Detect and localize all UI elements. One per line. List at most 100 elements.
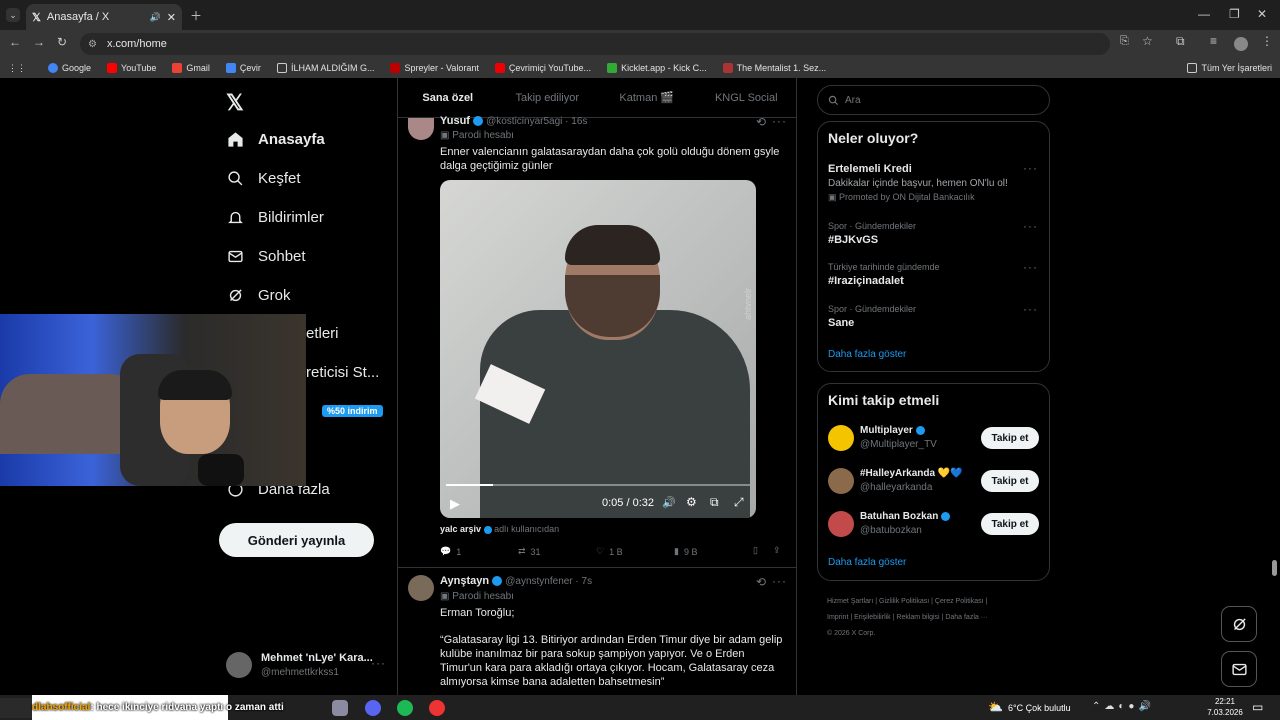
all-bookmarks[interactable]: Tüm Yer İşaretleri <box>1179 63 1280 73</box>
bookmark-mentalist[interactable]: The Mentalist 1. Sez... <box>715 63 835 73</box>
author-handle[interactable]: @kosticinyar5agi · 16s <box>486 116 587 127</box>
weather-text[interactable]: 6°C Çok bulutlu <box>1008 703 1071 713</box>
views-button[interactable]: ▮ 9 B <box>674 546 697 557</box>
restore-icon[interactable]: ❐ <box>1229 7 1240 21</box>
site-info-icon[interactable]: ⚙ <box>88 39 97 50</box>
video-player[interactable]: ahtvnelr ▶ 0:05 / 0:32 🔊 ⚙ ⧉ ⤢ <box>440 180 756 518</box>
follow-button[interactable]: Takip et <box>981 513 1039 535</box>
suggestion-item[interactable]: Batuhan Bozkan @batubozkan Takip et <box>828 511 1043 539</box>
author-name[interactable]: Yusuf <box>440 115 470 127</box>
window-close-icon[interactable]: ✕ <box>1257 7 1267 21</box>
promo-more-icon[interactable]: ··· <box>1023 161 1038 175</box>
tab-search-icon[interactable]: ⌄ <box>6 8 20 22</box>
bookmark-folder[interactable]: İLHAM ALDIĞIM G... <box>269 63 383 73</box>
grok-float-button[interactable] <box>1221 606 1257 642</box>
bookmark-valorant[interactable]: Spreyler - Valorant <box>382 63 486 73</box>
tab-close-icon[interactable]: ✕ <box>167 11 176 24</box>
tray-icons[interactable]: ⌃☁◐●🔊 <box>1092 701 1155 712</box>
footer-link[interactable]: Erişilebilirlik <box>854 614 891 621</box>
promo-item[interactable]: Ertelemeli Kredi Dakikalar içinde başvur… <box>828 161 1043 203</box>
browser-tab[interactable]: 𝕏 Anasayfa / X 🔊 ✕ <box>26 4 182 30</box>
author-name[interactable]: Aynştayn <box>440 575 489 587</box>
show-more-trends[interactable]: Daha fazla göster <box>828 349 906 360</box>
settings-gear-icon[interactable]: ⚙ <box>686 495 697 509</box>
share-icon[interactable]: ⇪ <box>773 545 781 556</box>
menu-kebab-icon[interactable]: ⋮ <box>1261 34 1273 48</box>
footer-link[interactable]: Daha fazla ··· <box>945 614 987 621</box>
install-icon[interactable]: ⎘ <box>1120 35 1129 48</box>
video-progress-track[interactable] <box>446 484 750 486</box>
post-avatar[interactable] <box>408 118 434 140</box>
grok-action-icon[interactable]: ⟲ <box>756 115 767 129</box>
extensions-icon[interactable]: ⧉ <box>1176 34 1185 49</box>
fullscreen-icon[interactable]: ⤢ <box>734 495 744 510</box>
search-box[interactable] <box>817 85 1050 115</box>
notification-icon[interactable]: ▭ <box>1252 700 1263 714</box>
post-button[interactable]: Gönderi yayınla <box>219 523 374 557</box>
reply-button[interactable]: 💬 1 <box>440 546 461 557</box>
recording-app-icon[interactable] <box>429 700 445 716</box>
nav-grok[interactable]: Grok <box>226 286 291 304</box>
x-logo-icon[interactable]: 𝕏 <box>226 90 244 116</box>
tab-for-you[interactable]: Sana özel <box>398 78 498 117</box>
nav-lists[interactable]: etleri <box>306 325 339 342</box>
post-2[interactable]: Aynştayn @aynstynfener · 7s ⟲ ··· ▣ Paro… <box>398 570 796 695</box>
source-name[interactable]: yalc arşiv <box>440 524 481 534</box>
bookmark-google[interactable]: Google <box>40 63 99 73</box>
post-1[interactable]: Yusuf @kosticinyar5agi · 16s ⟲ ··· ▣ Par… <box>398 114 796 568</box>
post-more-icon[interactable]: ··· <box>772 574 787 588</box>
suggestion-item[interactable]: #HalleyArkanda 💛💙 @halleyarkanda Takip e… <box>828 468 1043 496</box>
page-scrollbar-thumb[interactable] <box>1272 560 1277 576</box>
account-switcher[interactable]: Mehmet 'nLye' Kara... @mehmettkrkss1 ··· <box>226 650 386 680</box>
play-icon[interactable]: ▶ <box>450 496 460 512</box>
minimize-icon[interactable]: — <box>1198 7 1210 21</box>
pip-icon[interactable]: ⧉ <box>710 495 719 510</box>
bookmark-star-icon[interactable]: ☆ <box>1142 34 1153 48</box>
back-icon[interactable]: ← <box>9 35 21 49</box>
spotify-icon[interactable] <box>397 700 413 716</box>
nav-creator-studio[interactable]: reticisi St... <box>306 364 379 381</box>
repost-button[interactable]: ⇄ 31 <box>518 546 541 557</box>
bookmark-youtube-converter[interactable]: Çevrimiçi YouTube... <box>487 63 599 73</box>
trend-more-icon[interactable]: ··· <box>1023 260 1038 274</box>
bookmark-icon[interactable]: ▯ <box>753 545 758 556</box>
bookmark-kicklet[interactable]: Kicklet.app - Kick C... <box>599 63 715 73</box>
trend-item[interactable]: Spor · Gündemdekiler #BJKvGS ··· <box>828 219 1043 246</box>
discount-badge[interactable]: %50 indirim <box>322 405 383 417</box>
start-icon[interactable] <box>0 698 32 718</box>
show-more-suggestions[interactable]: Daha fazla göster <box>828 557 906 568</box>
address-bar[interactable]: ⚙ x.com/home <box>80 33 1110 55</box>
follow-button[interactable]: Takip et <box>981 470 1039 492</box>
suggestion-item[interactable]: Multiplayer @Multiplayer_TV Takip et <box>828 425 1043 453</box>
media-icon[interactable]: ≡ <box>1210 34 1217 48</box>
bookmark-translate[interactable]: Çevir <box>218 63 269 73</box>
footer-link[interactable]: Reklam bilgisi <box>896 614 939 621</box>
footer-link[interactable]: Çerez Politikası <box>935 598 984 605</box>
apps-icon[interactable]: ⋮⋮ <box>0 63 40 74</box>
nav-messages[interactable]: Sohbet <box>226 247 306 265</box>
bookmark-youtube[interactable]: YouTube <box>99 63 164 73</box>
author-handle[interactable]: @aynstynfener · 7s <box>505 576 592 587</box>
discord-icon[interactable] <box>365 700 381 716</box>
tab-audio-icon[interactable]: 🔊 <box>150 12 161 23</box>
search-input[interactable] <box>845 94 1025 106</box>
trend-more-icon[interactable]: ··· <box>1023 219 1038 233</box>
trend-item[interactable]: Spor · Gündemdekiler Sane ··· <box>828 302 1043 329</box>
app-icon[interactable] <box>332 700 348 716</box>
nav-home[interactable]: Anasayfa <box>226 130 325 148</box>
trend-more-icon[interactable]: ··· <box>1023 302 1038 316</box>
grok-action-icon[interactable]: ⟲ <box>756 575 767 589</box>
volume-icon[interactable]: 🔊 <box>662 496 676 509</box>
nav-explore[interactable]: Keşfet <box>226 169 301 187</box>
footer-link[interactable]: Gizlilik Politikası <box>879 598 929 605</box>
follow-button[interactable]: Takip et <box>981 427 1039 449</box>
forward-icon[interactable]: → <box>33 35 45 49</box>
post-avatar[interactable] <box>408 575 434 601</box>
footer-link[interactable]: Hizmet Şartları <box>827 598 873 605</box>
tab-katman[interactable]: Katman 🎬 <box>597 78 697 117</box>
reload-icon[interactable]: ↻ <box>57 35 67 49</box>
tab-following[interactable]: Takip ediliyor <box>498 78 598 117</box>
messages-float-button[interactable] <box>1221 651 1257 687</box>
footer-link[interactable]: Imprint <box>827 614 848 621</box>
tab-kngl-social[interactable]: KNGL Social <box>697 78 797 117</box>
